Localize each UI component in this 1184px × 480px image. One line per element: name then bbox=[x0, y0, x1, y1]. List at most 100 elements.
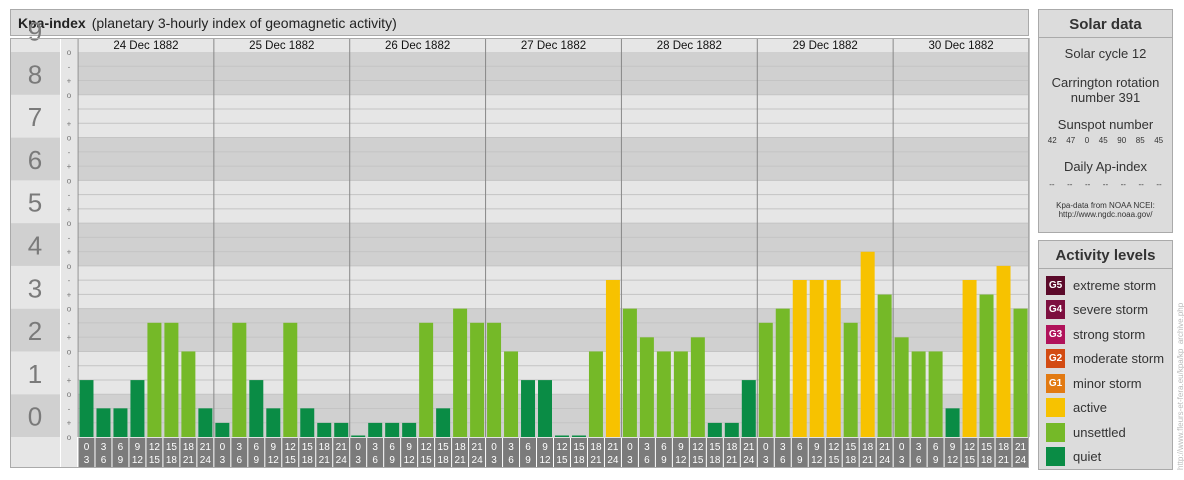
interval-start-label: 9 bbox=[950, 442, 956, 453]
interval-end-label: 12 bbox=[947, 455, 959, 466]
ap-value: -- bbox=[1067, 180, 1073, 189]
kp-bar bbox=[198, 408, 213, 437]
kp-bar bbox=[673, 351, 688, 437]
interval-end-label: 18 bbox=[302, 455, 314, 466]
interval-end-label: 18 bbox=[845, 455, 857, 466]
interval-start-label: 3 bbox=[916, 442, 922, 453]
kp-bar bbox=[402, 422, 417, 437]
kp-bar bbox=[588, 351, 603, 437]
interval-end-label: 18 bbox=[166, 455, 178, 466]
interval-end-label: 9 bbox=[933, 455, 939, 466]
ap-value: -- bbox=[1138, 180, 1144, 189]
day-label: 29 Dec 1882 bbox=[793, 40, 858, 52]
interval-end-label: 3 bbox=[491, 455, 497, 466]
interval-start-label: 12 bbox=[556, 442, 568, 453]
kp-bar bbox=[487, 322, 502, 437]
sub-tick-mark: o bbox=[67, 134, 72, 143]
interval-start-label: 0 bbox=[627, 442, 633, 453]
interval-end-label: 12 bbox=[811, 455, 823, 466]
kp-bar bbox=[996, 265, 1011, 437]
interval-start-label: 12 bbox=[421, 442, 433, 453]
legend-swatch: G5 bbox=[1046, 275, 1065, 295]
interval-start-label: 6 bbox=[661, 442, 667, 453]
plot-band bbox=[78, 94, 1029, 138]
day-label: 28 Dec 1882 bbox=[657, 40, 722, 52]
interval-start-label: 0 bbox=[763, 442, 769, 453]
kp-bar bbox=[945, 408, 960, 437]
sub-tick-mark: o bbox=[67, 262, 72, 271]
solar-data-panel: Solar data Solar cycle 12 Carrington rot… bbox=[1038, 9, 1173, 233]
kp-bar bbox=[843, 322, 858, 437]
interval-start-label: 12 bbox=[828, 442, 840, 453]
interval-end-label: 15 bbox=[828, 455, 840, 466]
legend-swatch: G4 bbox=[1046, 300, 1065, 320]
kp-bar bbox=[113, 408, 128, 437]
activity-panel-title: Activity levels bbox=[1039, 241, 1172, 269]
solar-cycle: Solar cycle 12 bbox=[1064, 46, 1147, 61]
interval-start-label: 6 bbox=[118, 442, 124, 453]
sub-tick-mark: - bbox=[68, 319, 71, 328]
interval-start-label: 18 bbox=[590, 442, 602, 453]
interval-start-label: 6 bbox=[797, 442, 803, 453]
kp-bar bbox=[724, 422, 739, 437]
sub-tick-mark: - bbox=[68, 191, 71, 200]
kp-bar bbox=[775, 308, 790, 437]
kp-bar bbox=[894, 337, 909, 437]
kp-bar bbox=[860, 251, 875, 437]
kp-bar bbox=[453, 308, 468, 437]
sub-tick-mark: + bbox=[67, 248, 72, 257]
kp-bar bbox=[639, 337, 654, 437]
interval-end-label: 6 bbox=[237, 455, 243, 466]
day-label: 30 Dec 1882 bbox=[928, 40, 993, 52]
interval-end-label: 3 bbox=[355, 455, 361, 466]
interval-start-label: 9 bbox=[271, 442, 277, 453]
sub-tick-mark: + bbox=[67, 162, 72, 171]
interval-start-label: 0 bbox=[84, 442, 90, 453]
y-tick-label: 2 bbox=[28, 316, 42, 346]
kp-bar bbox=[351, 435, 366, 437]
interval-end-label: 3 bbox=[84, 455, 90, 466]
sub-tick-mark: + bbox=[67, 333, 72, 342]
sub-tick-mark: + bbox=[67, 419, 72, 428]
legend-label: extreme storm bbox=[1073, 277, 1157, 293]
interval-end-label: 9 bbox=[661, 455, 667, 466]
interval-start-label: 18 bbox=[455, 442, 467, 453]
sunspot-value: 45 bbox=[1154, 136, 1164, 145]
y-tick-label: 5 bbox=[28, 188, 42, 218]
ap-value: -- bbox=[1156, 180, 1162, 189]
sub-tick-mark: + bbox=[67, 290, 72, 299]
interval-end-label: 12 bbox=[132, 455, 144, 466]
day-label: 26 Dec 1882 bbox=[385, 40, 450, 52]
kp-bar bbox=[164, 322, 179, 437]
interval-start-label: 18 bbox=[183, 442, 195, 453]
ap-value: -- bbox=[1102, 180, 1109, 189]
day-label: 25 Dec 1882 bbox=[249, 40, 314, 52]
kp-bar bbox=[504, 351, 519, 437]
kp-bar bbox=[181, 351, 196, 437]
interval-start-label: 3 bbox=[644, 442, 650, 453]
sub-tick-mark: o bbox=[67, 390, 72, 399]
interval-start-label: 0 bbox=[491, 442, 497, 453]
plot-band bbox=[78, 223, 1029, 266]
kp-bar bbox=[792, 280, 807, 437]
kp-bar bbox=[317, 422, 332, 437]
interval-start-label: 6 bbox=[389, 442, 395, 453]
interval-end-label: 21 bbox=[998, 455, 1010, 466]
interval-end-label: 12 bbox=[675, 455, 687, 466]
legend-swatch bbox=[1046, 447, 1065, 467]
interval-end-label: 15 bbox=[285, 455, 297, 466]
interval-end-label: 15 bbox=[964, 455, 976, 466]
solar-panel-title: Solar data bbox=[1039, 10, 1172, 38]
legend-swatch: G1 bbox=[1046, 373, 1065, 393]
carrington-line-1: Carrington rotation bbox=[1051, 75, 1160, 90]
interval-end-label: 6 bbox=[916, 455, 922, 466]
sub-tick-mark: - bbox=[68, 62, 71, 71]
legend-item: G4 severe storm bbox=[1039, 298, 1172, 323]
plot-band bbox=[78, 137, 1029, 181]
interval-start-label: 12 bbox=[149, 442, 161, 453]
kp-bar bbox=[656, 351, 671, 437]
interval-start-label: 21 bbox=[743, 442, 755, 453]
interval-start-label: 18 bbox=[319, 442, 331, 453]
interval-start-label: 15 bbox=[573, 442, 585, 453]
interval-start-label: 12 bbox=[964, 442, 976, 453]
